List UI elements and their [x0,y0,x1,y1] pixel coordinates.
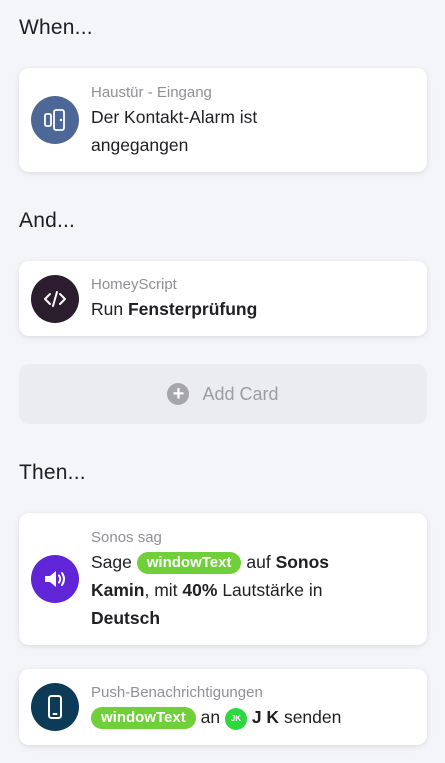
condition-app-name: HomeyScript [91,276,177,293]
user-avatar: JK [224,708,247,730]
action-card-push[interactable]: Push-Benachrichtigungen windowText an JK… [19,669,427,745]
script-name[interactable]: Fensterprüfung [128,299,257,319]
tag-window-text[interactable]: windowText [136,552,242,574]
smartphone-icon [31,683,79,731]
plus-circle-icon: + [167,383,190,405]
add-card-button[interactable]: + Add Card [19,364,427,424]
trigger-device-name: Haustür - Eingang [91,84,212,101]
action-description: windowText an JK J K senden [91,703,415,731]
action-description: Sage windowText auf Sonos Kamin, mit 40% … [91,552,330,628]
volume-value[interactable]: 40% [182,580,217,600]
section-title-and: And... [19,209,76,232]
trigger-card[interactable]: Haustür - Eingang Der Kontakt-Alarm ist … [19,68,427,172]
condition-card[interactable]: HomeyScript Run Fensterprüfung [19,261,427,336]
language-value[interactable]: Deutsch [91,608,160,628]
tag-window-text[interactable]: windowText [91,707,196,729]
add-card-label: Add Card [202,383,279,404]
door-contact-sensor-icon [31,96,79,144]
condition-description: Run Fensterprüfung [91,299,258,319]
user-name[interactable]: J K [252,707,279,727]
action-card-sonos[interactable]: Sonos sag Sage windowText auf Sonos Kamin… [19,513,427,645]
section-title-when: When... [19,16,93,39]
speaker-volume-icon [31,555,79,603]
action-app-name: Sonos sag [91,529,162,546]
code-icon [31,275,79,323]
action-app-name: Push-Benachrichtigungen [91,684,263,701]
section-title-then: Then... [19,461,86,484]
trigger-description: Der Kontakt-Alarm ist angegangen [91,107,258,155]
